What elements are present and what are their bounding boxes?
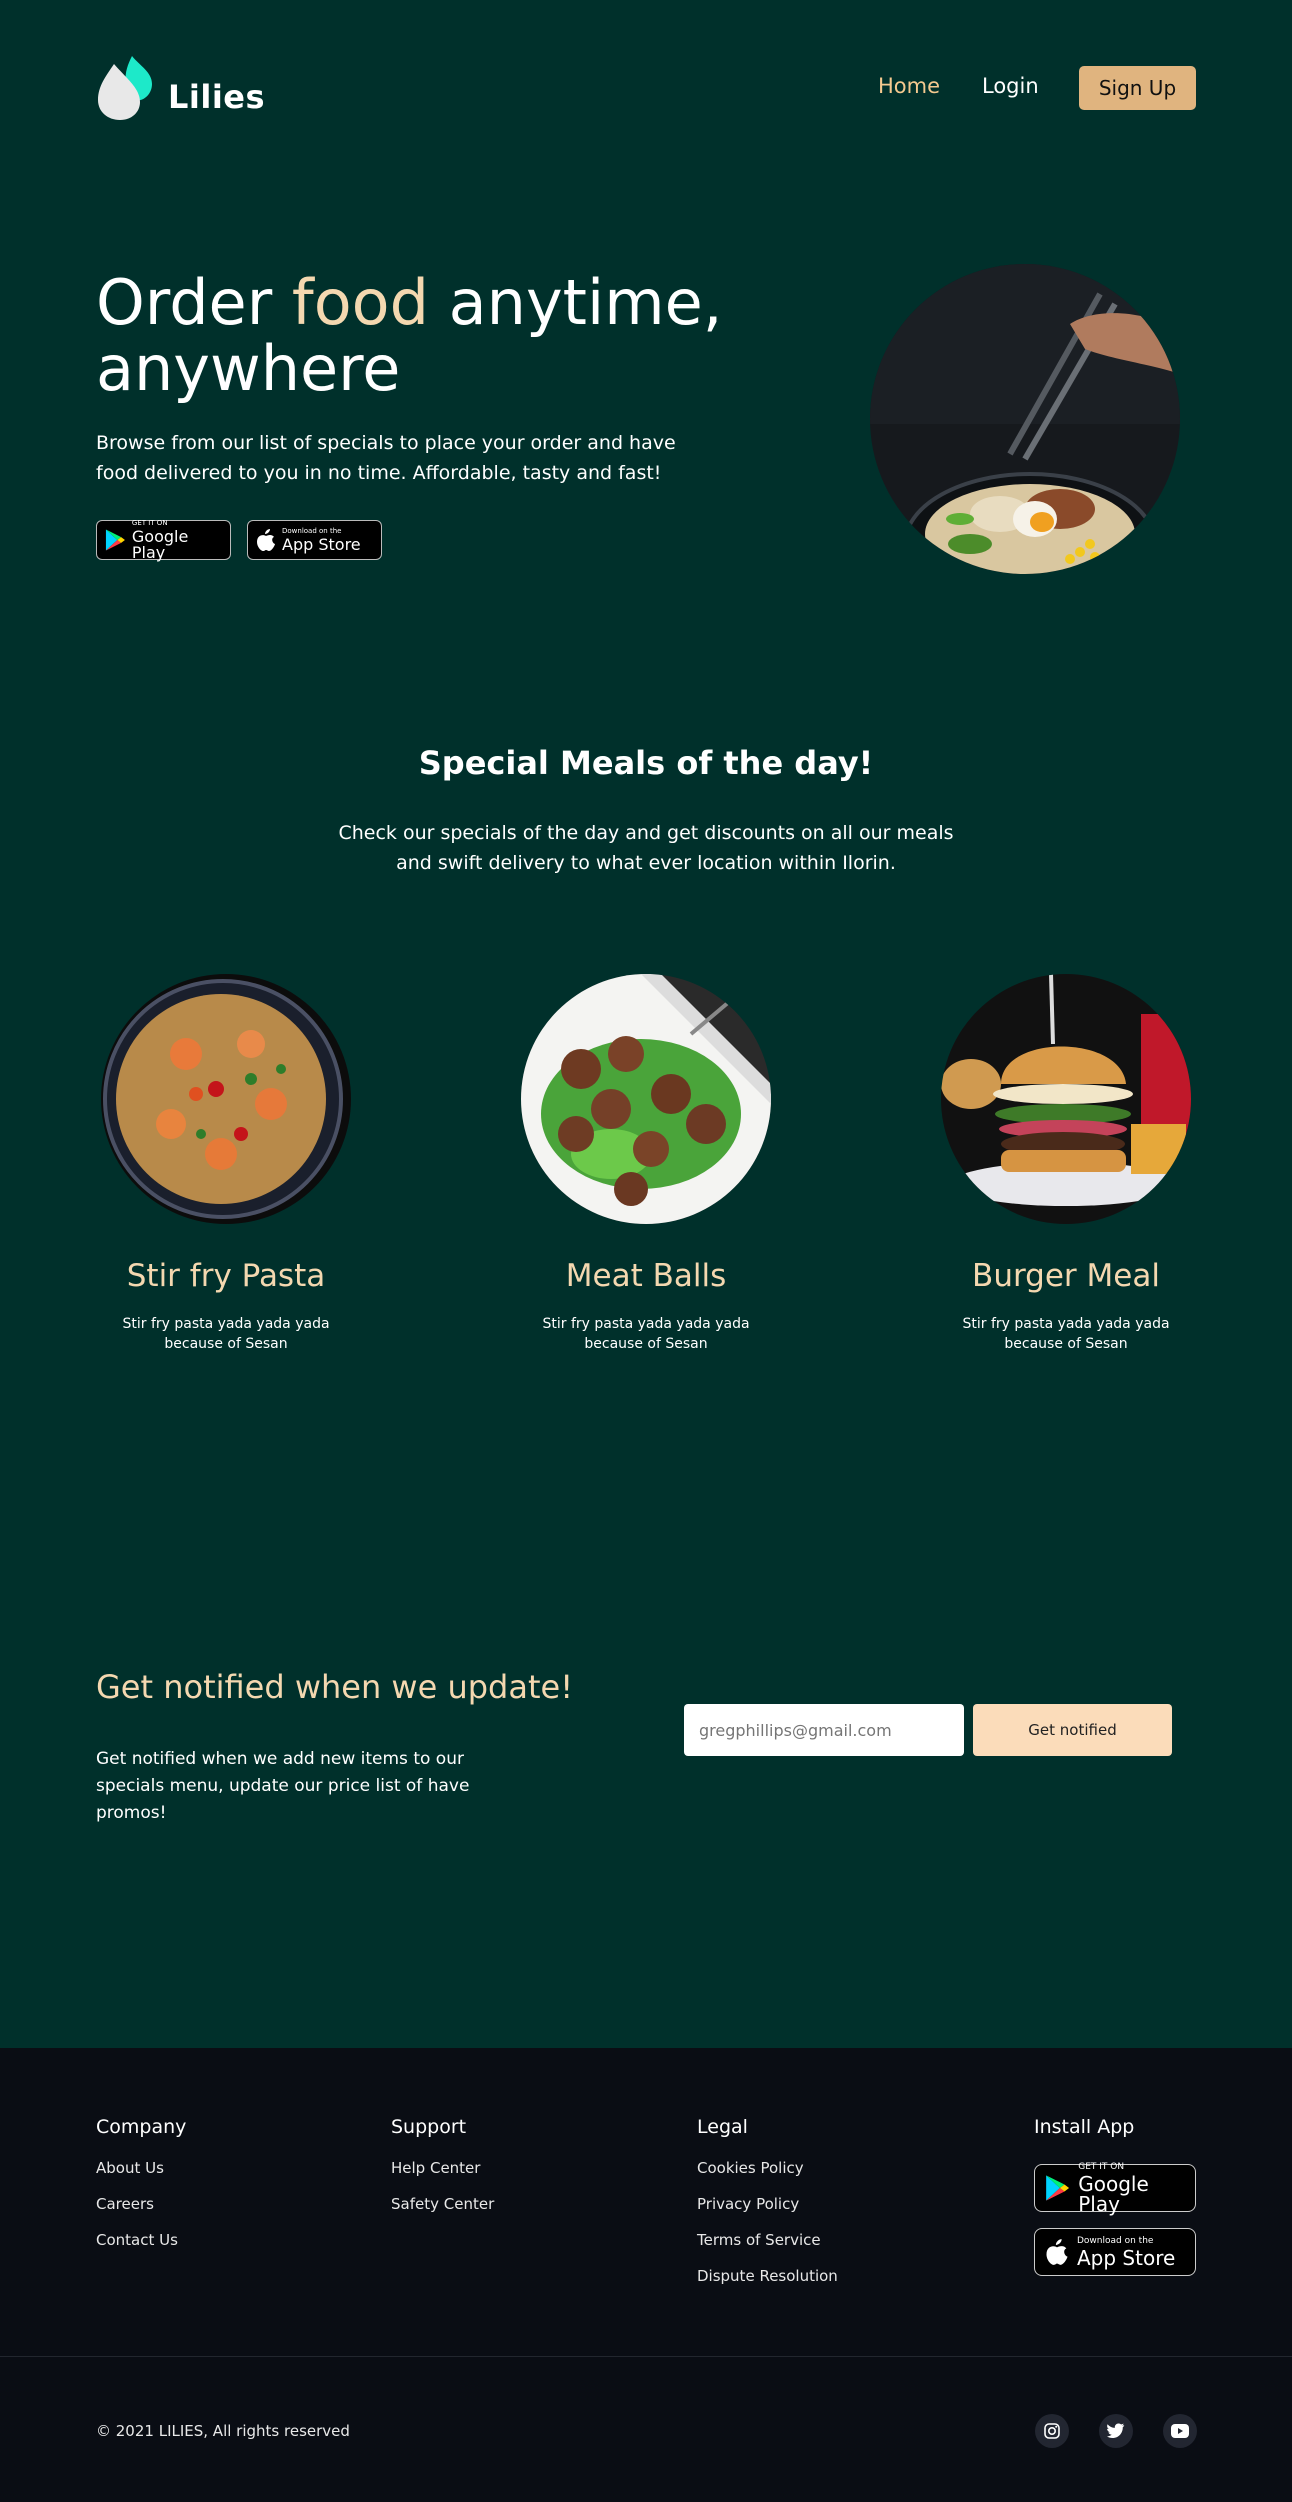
footer-google-play-button[interactable]: GET IT ON Google Play [1034,2161,1196,2216]
footer-legal-column: Legal Cookies Policy Privacy Policy Term… [697,2116,838,2304]
burger-image [941,974,1191,1224]
copyright-text: © 2021 LILIES, All rights reserved [96,2422,350,2440]
footer-link-terms[interactable]: Terms of Service [697,2232,838,2268]
app-store-button[interactable]: Download on the App Store [247,520,382,560]
twitter-icon[interactable] [1099,2414,1133,2448]
meal-card[interactable]: Meat Balls Stir fry pasta yada yada yada… [516,974,776,1354]
meal-card[interactable]: Burger Meal Stir fry pasta yada yada yad… [936,974,1196,1354]
footer-link-about[interactable]: About Us [96,2160,186,2196]
pasta-image [101,974,351,1224]
hero-ramen-image [870,264,1180,574]
footer-divider [0,2356,1292,2357]
instagram-icon[interactable] [1035,2414,1069,2448]
footer-heading: Legal [697,2116,748,2138]
google-play-icon [1046,2175,1070,2201]
get-notified-button[interactable]: Get notified [973,1704,1172,1756]
meal-description: Stir fry pasta yada yada yada because of… [962,1316,1170,1352]
meatballs-image [521,974,771,1224]
badge-small-text: Download on the [282,526,342,535]
google-play-button[interactable]: GET IT ON Google Play [96,518,231,562]
signup-button[interactable]: Sign Up [1079,66,1196,110]
hero-title: Order food anytime, anywhere [96,270,776,402]
footer-link-cookies[interactable]: Cookies Policy [697,2160,838,2196]
footer-link-careers[interactable]: Careers [96,2196,186,2232]
specials-title: Special Meals of the day! [418,744,874,782]
logo-icon[interactable] [96,54,154,120]
footer-app-store-button[interactable]: Download on the App Store [1034,2228,1196,2276]
badge-big-text: Google Play [1078,2171,1149,2216]
hero-title-part1: Order [96,266,292,339]
footer-support-column: Support Help Center Safety Center [391,2116,494,2232]
specials-description: Check our specials of the day and get di… [338,822,954,874]
nav-login-link[interactable]: Login [982,74,1039,98]
badge-small-text: GET IT ON [131,518,168,527]
footer-link-privacy[interactable]: Privacy Policy [697,2196,838,2232]
notify-description: Get notified when we add new items to ou… [96,1749,470,1823]
footer-install-column: Install App [1034,2116,1134,2160]
meal-name: Stir fry Pasta [126,1258,326,1294]
hero-description: Browse from our list of specials to plac… [96,432,676,484]
footer-link-help[interactable]: Help Center [391,2160,494,2196]
google-play-icon [105,529,125,551]
youtube-icon[interactable] [1163,2414,1197,2448]
meal-name: Meat Balls [565,1258,727,1294]
badge-big-text: App Store [282,534,361,554]
main-section: Lilies Home Login Sign Up Order food any… [0,0,1292,2048]
meal-name: Burger Meal [972,1258,1160,1294]
badge-small-text: Download on the [1077,2235,1154,2246]
brand-name[interactable]: Lilies [168,78,265,116]
footer-company-column: Company About Us Careers Contact Us [96,2116,186,2268]
footer-link-safety[interactable]: Safety Center [391,2196,494,2232]
footer-link-dispute[interactable]: Dispute Resolution [697,2268,838,2304]
nav-home-link[interactable]: Home [878,74,940,98]
footer-heading: Install App [1034,2116,1135,2138]
meal-card[interactable]: Stir fry Pasta Stir fry pasta yada yada … [96,974,356,1354]
badge-small-text: GET IT ON [1078,2161,1125,2172]
meal-description: Stir fry pasta yada yada yada because of… [122,1316,330,1352]
email-input[interactable] [684,1704,964,1756]
footer-heading: Company [96,2116,187,2138]
apple-icon [257,529,275,551]
badge-big-text: Google Play [131,526,189,562]
notify-title: Get notified when we update! [96,1668,574,1706]
hero-title-accent: food [291,266,429,339]
footer-link-contact[interactable]: Contact Us [96,2232,186,2268]
apple-icon [1046,2239,1068,2265]
footer-heading: Support [391,2116,467,2138]
badge-big-text: App Store [1077,2245,1176,2270]
meal-description: Stir fry pasta yada yada yada because of… [542,1316,750,1352]
